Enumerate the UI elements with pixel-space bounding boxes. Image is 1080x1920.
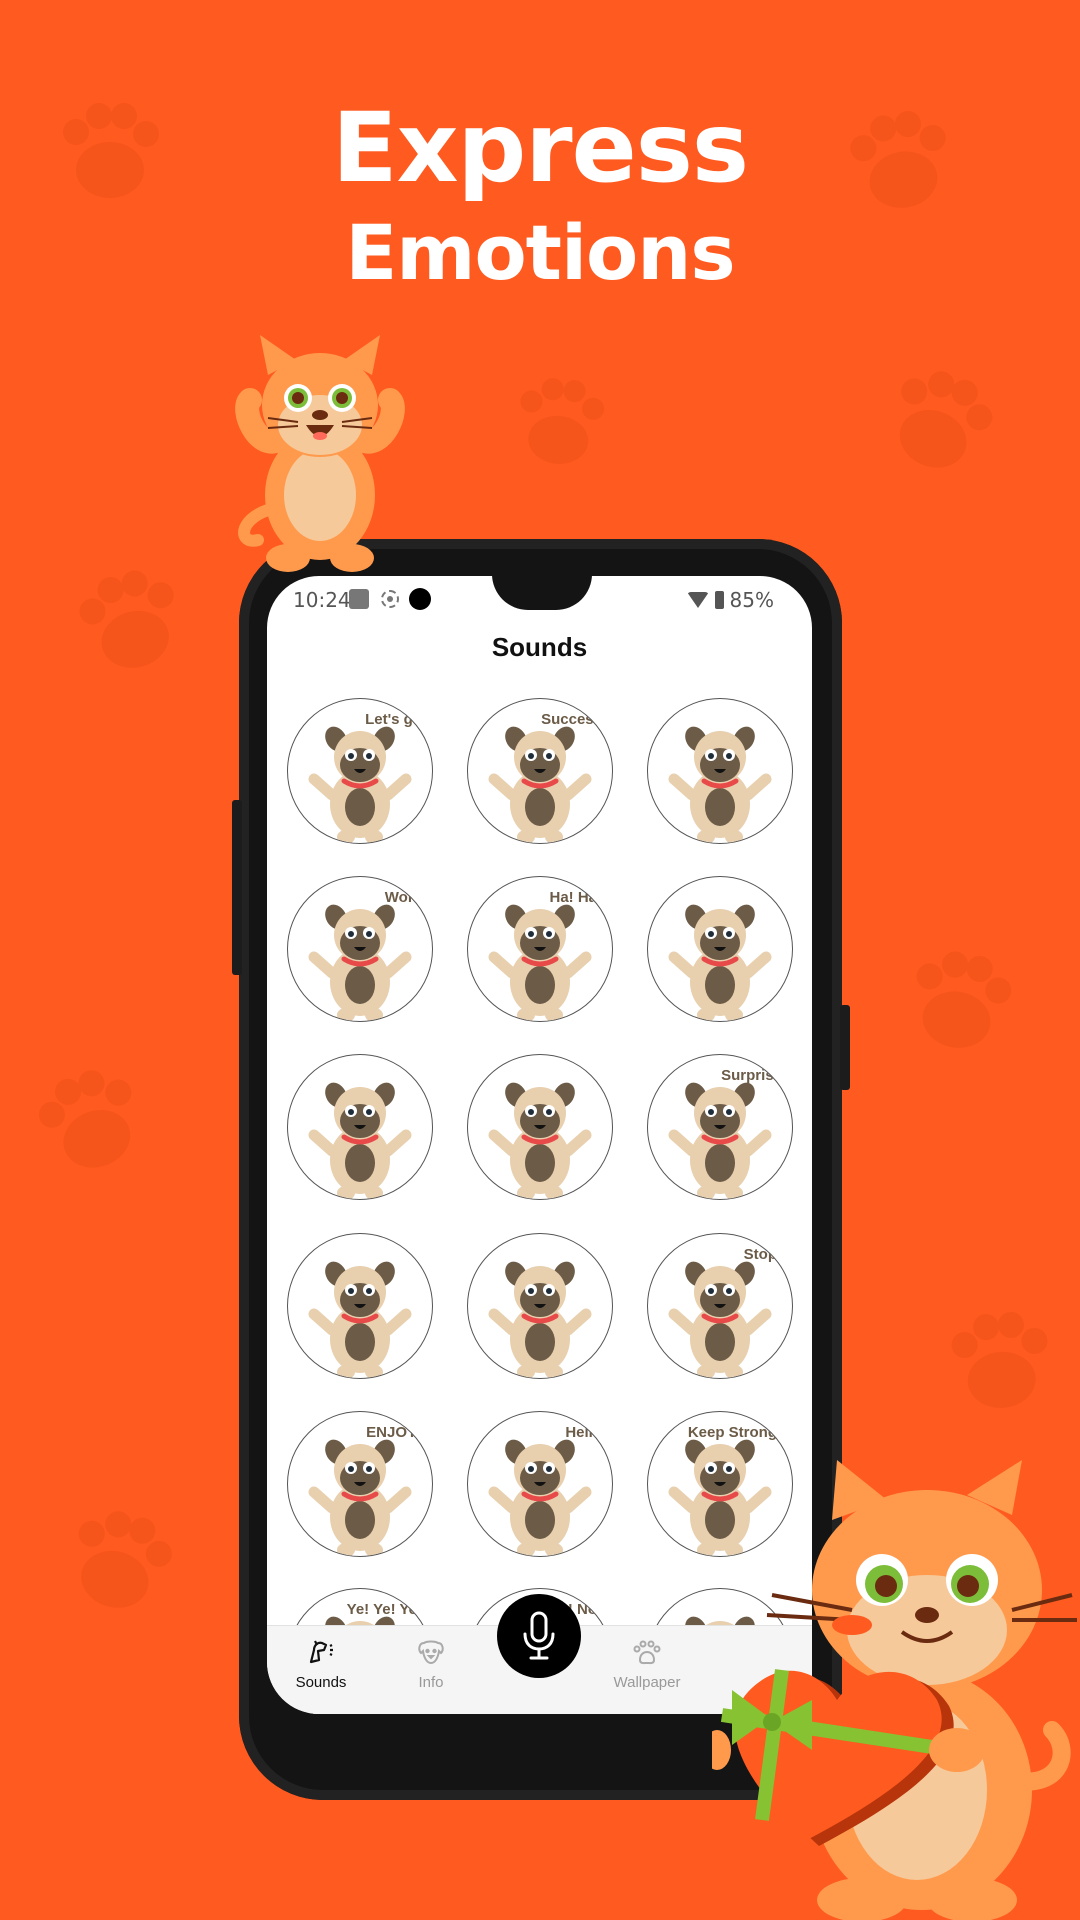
sticker-caption: Stop! <box>743 1246 782 1263</box>
cat-mascot-top <box>235 335 405 572</box>
nav-label-wallpaper: Wallpaper <box>613 1674 681 1691</box>
nav-label-info: Info <box>418 1674 444 1691</box>
microphone-button[interactable] <box>497 1594 581 1678</box>
barking-dog-icon <box>309 1640 333 1664</box>
sticker-caption: Keep Strong! <box>687 1424 782 1441</box>
nav-item-sounds[interactable]: Sounds <box>271 1636 371 1691</box>
sound-sticker-enjoy[interactable]: ENJOY! <box>287 1411 433 1557</box>
phone-side-button-right <box>840 1005 850 1090</box>
pug-illustration <box>488 1082 592 1199</box>
sticker-caption: ENJOY! <box>366 1424 422 1441</box>
sound-sticker-idea[interactable] <box>647 698 793 844</box>
microphone-icon <box>523 1611 555 1660</box>
sound-sticker-kiss[interactable] <box>467 1233 613 1379</box>
sound-sticker-hello[interactable]: Hello <box>467 1411 613 1557</box>
headline-line-2: Emotions <box>345 208 735 297</box>
sound-sticker-love[interactable] <box>287 1233 433 1379</box>
sound-sticker-crying[interactable] <box>467 1054 613 1200</box>
sound-sticker-celebrate[interactable]: Success <box>467 698 613 844</box>
nav-item-info[interactable]: Info <box>381 1636 481 1691</box>
sound-sticker-laughing[interactable]: Ha! Ha! <box>467 876 613 1022</box>
sticker-caption: Surprise <box>721 1067 782 1084</box>
dog-face-icon <box>418 1640 444 1665</box>
sticker-caption: Let's go <box>365 711 422 728</box>
sound-sticker-angry[interactable] <box>287 1054 433 1200</box>
nav-label-sounds: Sounds <box>295 1674 347 1691</box>
paw-icon <box>633 1640 661 1665</box>
pug-illustration <box>668 904 772 1021</box>
headline-line-1: Express <box>332 92 749 204</box>
pug-illustration <box>308 1261 412 1378</box>
sound-sticker-surprise[interactable]: Surprise <box>647 1054 793 1200</box>
phone-side-button-left <box>232 800 242 975</box>
sticker-caption: Success <box>541 711 602 728</box>
pug-illustration <box>308 1082 412 1199</box>
sound-sticker-going-to-work[interactable]: Work <box>287 876 433 1022</box>
sticker-caption: Hello <box>565 1424 602 1441</box>
sticker-caption: Work <box>384 889 422 906</box>
sound-sticker-running[interactable]: Let's go <box>287 698 433 844</box>
sticker-caption: Ye! Ye! Ye! <box>346 1601 422 1618</box>
pug-illustration <box>488 1261 592 1378</box>
pug-illustration <box>668 726 772 843</box>
sound-sticker-bath[interactable] <box>647 876 793 1022</box>
cat-mascot-bottom <box>712 1460 1077 1920</box>
nav-item-wallpaper[interactable]: Wallpaper <box>597 1636 697 1691</box>
sticker-caption: Ha! Ha! <box>549 889 602 906</box>
sound-sticker-stop[interactable]: Stop! <box>647 1233 793 1379</box>
